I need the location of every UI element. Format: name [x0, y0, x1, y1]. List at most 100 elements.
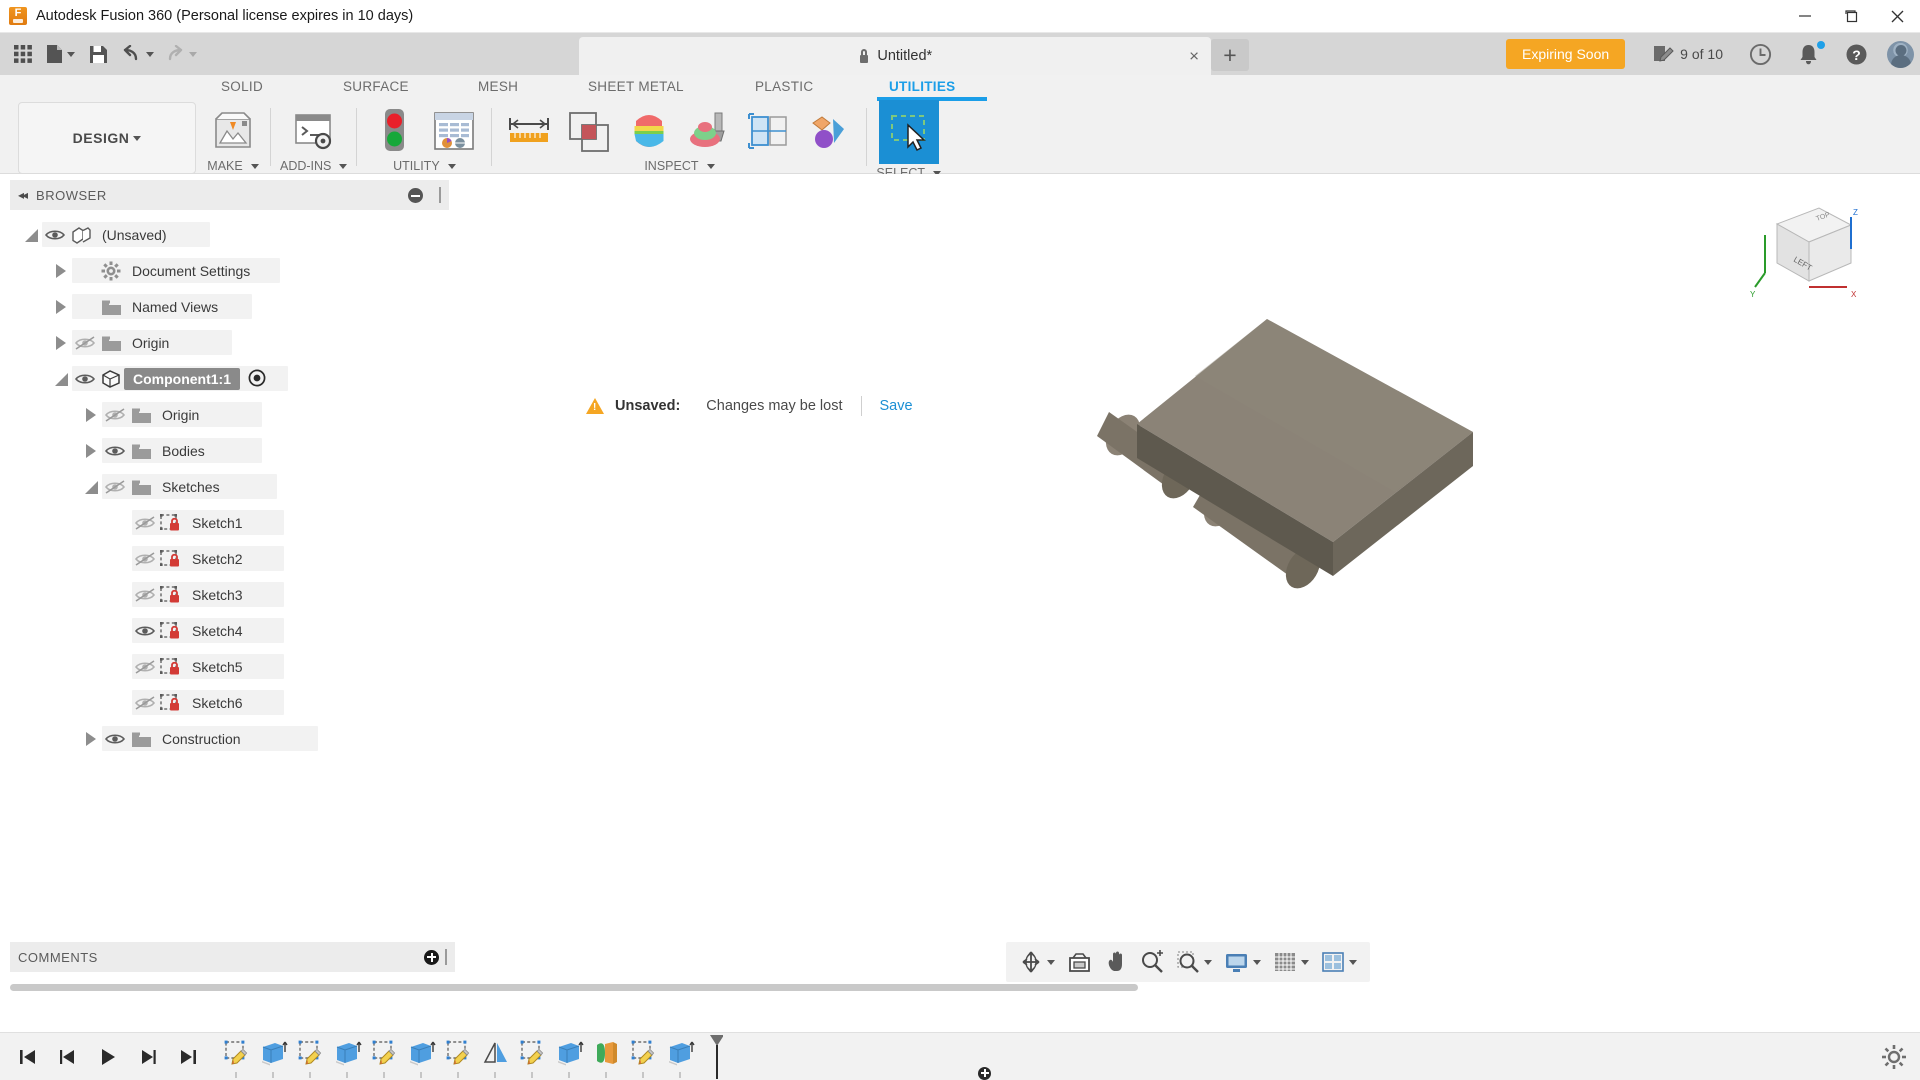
timeline-sketch-feature[interactable] [218, 1037, 255, 1069]
tree-item-origin[interactable]: Origin [0, 325, 455, 361]
visibility-visible-icon[interactable] [42, 228, 68, 242]
tree-item-sketches[interactable]: Sketches [0, 469, 455, 505]
jump-to-beginning-icon[interactable] [10, 1039, 46, 1075]
workspace-switcher[interactable]: DESIGN [18, 102, 196, 174]
timeline-mirror-feature[interactable] [477, 1037, 514, 1069]
visibility-hidden-icon[interactable] [132, 552, 158, 566]
visibility-hidden-icon[interactable] [72, 336, 98, 350]
minimize-icon[interactable] [1782, 0, 1828, 33]
tab-surface[interactable]: SURFACE [340, 79, 412, 94]
timeline-extrude-feature[interactable] [403, 1037, 440, 1069]
pan-icon[interactable] [1099, 945, 1133, 979]
visibility-visible-icon[interactable] [132, 624, 158, 638]
curvature-comb-icon[interactable] [621, 105, 677, 157]
twisty-down-icon[interactable] [20, 228, 42, 242]
tree-item-sketch4[interactable]: Sketch4 [0, 613, 455, 649]
tree-item-sketch5[interactable]: Sketch5 [0, 649, 455, 685]
timeline-add-icon[interactable] [978, 1066, 991, 1080]
step-back-icon[interactable] [50, 1039, 86, 1075]
grid-snaps-icon[interactable] [1268, 945, 1314, 979]
bell-icon[interactable] [1785, 37, 1832, 71]
clock-icon[interactable] [1736, 37, 1785, 71]
tree-item-bodies[interactable]: Bodies [0, 433, 455, 469]
zoom-icon[interactable] [1135, 945, 1169, 979]
tree-item-sketch3[interactable]: Sketch3 [0, 577, 455, 613]
zoom-window-icon[interactable] [1171, 945, 1217, 979]
component-color-cycle-icon[interactable] [801, 105, 857, 157]
look-at-icon[interactable] [1062, 945, 1097, 979]
tree-item-sketch6[interactable]: Sketch6 [0, 685, 455, 721]
orbit-icon[interactable] [1014, 945, 1060, 979]
collapse-left-icon[interactable]: ◂◂ [18, 188, 28, 202]
tree-item-named-views[interactable]: Named Views [0, 289, 455, 325]
tree-item-unsaved[interactable]: (Unsaved) [0, 217, 455, 253]
ribbon-group-inspect-label[interactable]: INSPECT [644, 159, 715, 173]
visibility-hidden-icon[interactable] [102, 480, 128, 494]
twisty-right-icon[interactable] [80, 444, 102, 458]
tree-item-component1-1[interactable]: Component1:1 [0, 361, 455, 397]
twisty-down-icon[interactable] [50, 372, 72, 386]
play-icon[interactable] [90, 1039, 126, 1075]
viewport[interactable]: Unsaved: Changes may be lost Save [455, 174, 1920, 1032]
timeline-settings-icon[interactable] [1868, 1044, 1920, 1070]
tab-sheet-metal[interactable]: SHEET METAL [585, 79, 687, 94]
minimize-panel-icon[interactable] [408, 187, 423, 203]
twisty-right-icon[interactable] [50, 336, 72, 350]
visibility-hidden-icon[interactable] [132, 516, 158, 530]
close-icon[interactable] [1874, 0, 1920, 33]
timeline-sketch-feature[interactable] [440, 1037, 477, 1069]
tab-plastic[interactable]: PLASTIC [752, 79, 816, 94]
ribbon-group-make-label[interactable]: MAKE [207, 159, 259, 173]
tree-item-document-settings[interactable]: Document Settings [0, 253, 455, 289]
step-forward-icon[interactable] [130, 1039, 166, 1075]
maximize-icon[interactable] [1828, 0, 1874, 33]
new-document-icon[interactable] [42, 37, 79, 71]
undo-icon[interactable] [117, 37, 158, 71]
timeline-extrude-feature[interactable] [551, 1037, 588, 1069]
timeline-track[interactable] [218, 1033, 1868, 1080]
tab-utilities[interactable]: UTILITIES [886, 79, 958, 94]
user-avatar[interactable] [1887, 40, 1914, 68]
tree-item-sketch1[interactable]: Sketch1 [0, 505, 455, 541]
close-tab-icon[interactable]: × [1189, 48, 1199, 65]
ribbon-group-utility-label[interactable]: UTILITY [393, 159, 456, 173]
tree-item-origin[interactable]: Origin [0, 397, 455, 433]
activate-component-icon[interactable] [248, 369, 266, 390]
scripts-and-addins-icon[interactable] [286, 105, 342, 157]
help-icon[interactable]: ? [1832, 37, 1881, 71]
expiring-soon-badge[interactable]: Expiring Soon [1506, 39, 1626, 69]
twisty-right-icon[interactable] [50, 300, 72, 314]
spreadsheet-icon[interactable] [426, 105, 482, 157]
horizontal-scrollbar[interactable] [10, 984, 1910, 991]
twisty-down-icon[interactable] [80, 480, 102, 494]
timeline-marker[interactable] [709, 1034, 723, 1079]
model-body[interactable] [1095, 314, 1535, 644]
zebra-analysis-icon[interactable] [681, 105, 737, 157]
3d-print-icon[interactable] [205, 105, 261, 157]
visibility-visible-icon[interactable] [72, 372, 98, 386]
timeline-combine-feature[interactable] [588, 1037, 625, 1069]
jobs-status-icon[interactable]: 9 of 10 [1639, 37, 1736, 71]
display-settings-icon[interactable] [1219, 945, 1266, 979]
timeline-extrude-feature[interactable] [255, 1037, 292, 1069]
ribbon-group-addins-label[interactable]: ADD-INS [280, 159, 348, 173]
tab-solid[interactable]: SOLID [218, 79, 266, 94]
jump-to-end-icon[interactable] [170, 1039, 206, 1075]
twisty-right-icon[interactable] [50, 264, 72, 278]
visibility-hidden-icon[interactable] [132, 588, 158, 602]
timeline-sketch-feature[interactable] [366, 1037, 403, 1069]
visibility-hidden-icon[interactable] [102, 408, 128, 422]
timeline-extrude-feature[interactable] [329, 1037, 366, 1069]
save-link[interactable]: Save [880, 398, 913, 414]
visibility-hidden-icon[interactable] [132, 696, 158, 710]
app-grid-icon[interactable] [6, 37, 40, 71]
tab-mesh[interactable]: MESH [475, 79, 521, 94]
panel-resize-grip[interactable] [439, 187, 441, 203]
redo-icon[interactable] [160, 37, 201, 71]
model-state-icon[interactable] [366, 105, 422, 157]
measure-icon[interactable] [501, 105, 557, 157]
tree-item-construction[interactable]: Construction [0, 721, 455, 757]
twisty-right-icon[interactable] [80, 408, 102, 422]
section-analysis-icon[interactable] [741, 105, 797, 157]
panel-resize-grip[interactable] [445, 949, 447, 965]
